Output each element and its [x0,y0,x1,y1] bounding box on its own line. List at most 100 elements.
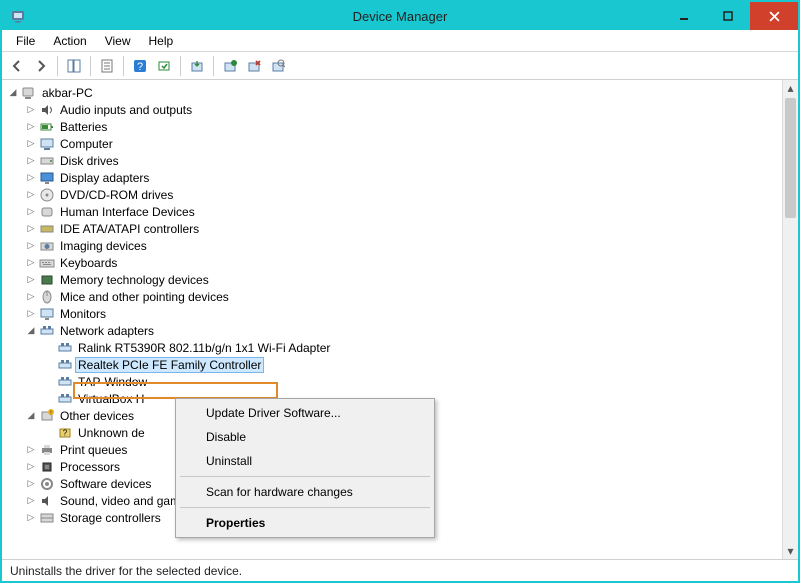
net-icon [57,340,73,356]
expander-blank [42,358,56,372]
node-label: Storage controllers [58,511,163,525]
menu-help[interactable]: Help [141,32,182,50]
tree-node[interactable]: Ralink RT5390R 802.11b/g/n 1x1 Wi-Fi Ada… [6,339,782,356]
titlebar: Device Manager [2,2,798,30]
tree-node[interactable]: ▷Computer [6,135,782,152]
tree-node[interactable]: ▷ DVD/CD-ROM drives [6,186,782,203]
tree-node[interactable]: ▷ Imaging devices [6,237,782,254]
battery-icon [39,119,55,135]
pc-icon [21,85,37,101]
tree-node[interactable]: ▷Mice and other pointing devices [6,288,782,305]
ctx-scan[interactable]: Scan for hardware changes [178,480,432,504]
soft-icon [39,476,55,492]
menubar: File Action View Help [2,30,798,52]
expand-icon[interactable]: ▷ [24,273,38,287]
collapse-icon[interactable]: ◢ [24,409,38,423]
expand-icon[interactable]: ▷ [24,103,38,117]
close-button[interactable] [750,2,798,30]
node-label: Other devices [58,409,136,423]
toolbar-separator [180,56,181,76]
toolbar-separator [213,56,214,76]
expand-icon[interactable]: ▷ [24,290,38,304]
enable-button[interactable] [219,55,241,77]
expand-icon[interactable]: ▷ [24,477,38,491]
imaging-icon [39,238,55,254]
node-label: IDE ATA/ATAPI controllers [58,222,201,236]
expand-icon[interactable]: ▷ [24,443,38,457]
expand-icon[interactable]: ▷ [24,222,38,236]
expand-icon[interactable]: ▷ [24,511,38,525]
vertical-scrollbar[interactable]: ▴ ▾ [782,80,798,559]
menu-file[interactable]: File [8,32,43,50]
scroll-up-icon[interactable]: ▴ [783,80,798,96]
tree-node[interactable]: ▷ Monitors [6,305,782,322]
expand-icon[interactable]: ▷ [24,188,38,202]
forward-button[interactable] [30,55,52,77]
ctx-properties[interactable]: Properties [178,511,432,535]
node-label: Imaging devices [58,239,149,253]
tree-node[interactable]: TAP-Window [6,373,782,390]
node-label: DVD/CD-ROM drives [58,188,175,202]
node-label: Print queues [58,443,129,457]
tree-network[interactable]: ◢Network adapters [6,322,782,339]
ctx-uninstall[interactable]: Uninstall [178,449,432,473]
expand-icon[interactable]: ▷ [24,307,38,321]
tree-node[interactable]: ▷ Disk drives [6,152,782,169]
content-area: ◢akbar-PC▷Audio inputs and outputs▷Batte… [2,80,798,559]
expand-icon[interactable]: ▷ [24,171,38,185]
memory-icon [39,272,55,288]
svg-text:?: ? [63,428,68,437]
tree-node[interactable]: ▷ IDE ATA/ATAPI controllers [6,220,782,237]
tree-node[interactable]: ▷Memory technology devices [6,271,782,288]
expand-icon[interactable]: ▷ [24,154,38,168]
back-button[interactable] [6,55,28,77]
node-label: Ralink RT5390R 802.11b/g/n 1x1 Wi-Fi Ada… [76,341,332,355]
expand-icon[interactable]: ▷ [24,137,38,151]
node-label: Disk drives [58,154,121,168]
menu-view[interactable]: View [97,32,139,50]
help-button[interactable]: ? [129,55,151,77]
expand-icon[interactable]: ▷ [24,120,38,134]
statusbar: Uninstalls the driver for the selected d… [2,559,798,581]
node-label: Display adapters [58,171,151,185]
collapse-icon[interactable]: ◢ [6,86,20,100]
show-hide-tree-button[interactable] [63,55,85,77]
expand-icon[interactable]: ▷ [24,205,38,219]
expand-icon[interactable]: ▷ [24,460,38,474]
minimize-button[interactable] [662,2,706,30]
toolbar-separator [123,56,124,76]
expand-icon[interactable]: ▷ [24,239,38,253]
node-label: Monitors [58,307,108,321]
node-label: Human Interface Devices [58,205,197,219]
ctx-disable[interactable]: Disable [178,425,432,449]
collapse-icon[interactable]: ◢ [24,324,38,338]
tree-node[interactable]: ▷ Display adapters [6,169,782,186]
node-label: VirtualBox H [76,392,146,406]
update-driver-button[interactable] [186,55,208,77]
uninstall-button[interactable] [243,55,265,77]
expander-blank [42,392,56,406]
maximize-button[interactable] [706,2,750,30]
scroll-thumb[interactable] [785,98,796,218]
svg-text:!: ! [50,410,51,416]
tree-node[interactable]: ▷Audio inputs and outputs [6,101,782,118]
tree-root[interactable]: ◢akbar-PC [6,84,782,101]
scan-button[interactable] [153,55,175,77]
net-icon [39,323,55,339]
menu-action[interactable]: Action [45,32,94,50]
selected-device[interactable]: Realtek PCIe FE Family Controller [6,356,782,373]
scroll-down-icon[interactable]: ▾ [783,543,798,559]
storage-icon [39,510,55,526]
tree-node[interactable]: ▷ Human Interface Devices [6,203,782,220]
scan-hardware-button[interactable] [267,55,289,77]
node-label: Keyboards [58,256,119,270]
node-label: Batteries [58,120,109,134]
sound-icon [39,493,55,509]
expander-blank [42,341,56,355]
expand-icon[interactable]: ▷ [24,494,38,508]
properties-button[interactable] [96,55,118,77]
tree-node[interactable]: ▷ Batteries [6,118,782,135]
ctx-update-driver[interactable]: Update Driver Software... [178,401,432,425]
expand-icon[interactable]: ▷ [24,256,38,270]
tree-node[interactable]: ▷ Keyboards [6,254,782,271]
